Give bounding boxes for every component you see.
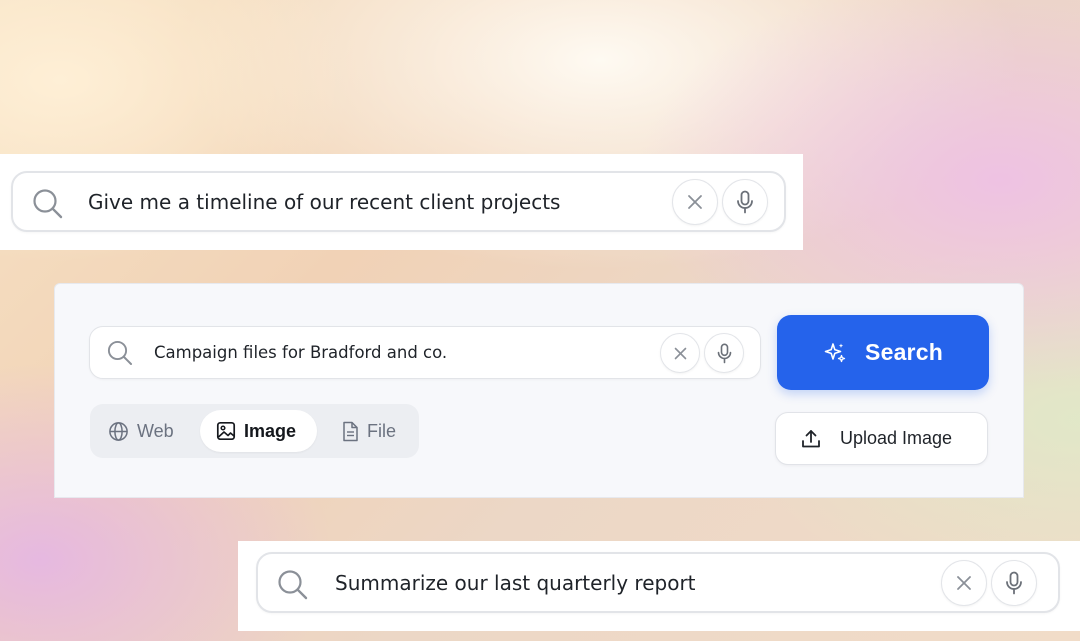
tab-web[interactable]: Web [108, 410, 174, 452]
search-icon [106, 339, 134, 367]
close-icon [686, 193, 704, 211]
tab-file[interactable]: File [341, 410, 396, 452]
microphone-icon [1004, 571, 1024, 595]
upload-image-button[interactable]: Upload Image [775, 412, 988, 465]
microphone-button[interactable] [722, 179, 768, 225]
tab-web-label: Web [137, 420, 174, 441]
clear-button[interactable] [660, 333, 700, 373]
search-type-tabs: Web Image File [90, 404, 419, 458]
close-icon [673, 346, 688, 361]
upload-button-label: Upload Image [840, 428, 953, 448]
file-icon [341, 421, 359, 442]
tab-image[interactable]: Image [200, 410, 317, 452]
main-search-bar[interactable]: Campaign files for Bradford and co. [89, 326, 761, 379]
search-button[interactable]: Search [777, 315, 989, 390]
bottom-search-bar[interactable]: Summarize our last quarterly report [256, 552, 1060, 613]
search-query[interactable]: Campaign files for Bradford and co. [154, 343, 447, 362]
top-search-bar[interactable]: Give me a timeline of our recent client … [11, 171, 786, 232]
clear-button[interactable] [672, 179, 718, 225]
image-icon [216, 421, 236, 441]
microphone-button[interactable] [991, 560, 1037, 606]
globe-icon [108, 421, 129, 442]
search-query[interactable]: Give me a timeline of our recent client … [88, 190, 560, 214]
search-icon [276, 568, 310, 602]
microphone-icon [716, 342, 733, 364]
upload-icon [800, 428, 822, 450]
tab-file-label: File [367, 420, 397, 441]
search-query[interactable]: Summarize our last quarterly report [335, 571, 696, 595]
search-icon [31, 187, 65, 221]
clear-button[interactable] [941, 560, 987, 606]
search-button-label: Search [865, 339, 943, 365]
tab-image-label: Image [244, 420, 297, 441]
close-icon [955, 574, 973, 592]
microphone-button[interactable] [704, 333, 744, 373]
sparkle-icon [823, 341, 847, 365]
microphone-icon [735, 190, 755, 214]
